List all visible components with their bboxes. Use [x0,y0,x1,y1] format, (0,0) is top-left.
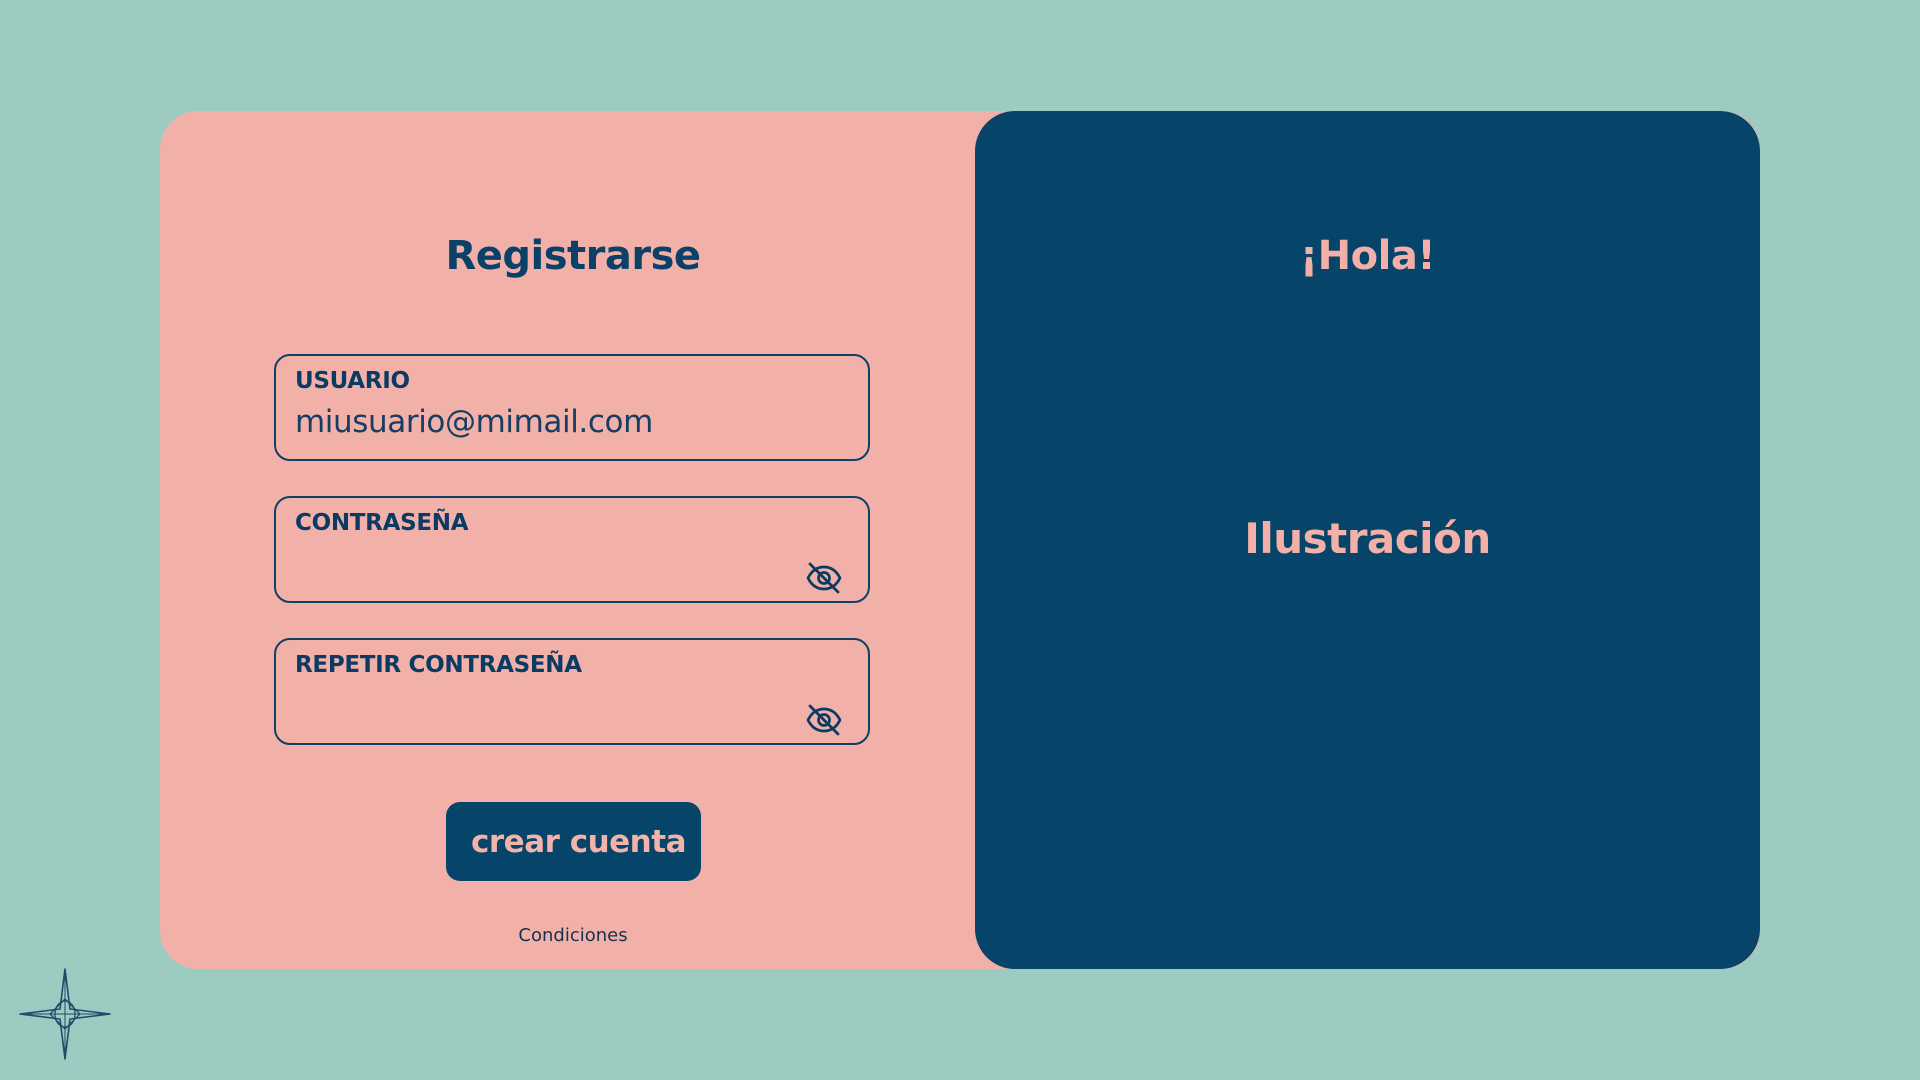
illustration-placeholder: Ilustración [1244,514,1491,563]
repeat-password-input[interactable] [295,688,815,724]
compass-star-icon [17,966,113,1062]
welcome-title: ¡Hola! [1299,233,1436,279]
password-field[interactable]: CONTRASEÑA [274,496,870,603]
create-account-button[interactable]: crear cuenta [446,802,701,881]
username-field[interactable]: USUARIO [274,354,870,461]
terms-link[interactable]: Condiciones [160,925,986,946]
signup-card: Registrarse USUARIO CONTRASEÑA REPETIR C… [160,111,1760,969]
username-input[interactable] [295,404,815,440]
repeat-password-label: REPETIR CONTRASEÑA [295,652,582,678]
eye-off-icon[interactable] [804,700,844,740]
repeat-password-field[interactable]: REPETIR CONTRASEÑA [274,638,870,745]
password-input[interactable] [295,546,815,582]
registration-panel: Registrarse USUARIO CONTRASEÑA REPETIR C… [160,111,975,969]
password-label: CONTRASEÑA [295,510,469,536]
eye-off-icon[interactable] [804,558,844,598]
username-label: USUARIO [295,368,410,394]
registration-title: Registrarse [445,233,701,279]
welcome-panel: ¡Hola! Ilustración [975,111,1760,969]
